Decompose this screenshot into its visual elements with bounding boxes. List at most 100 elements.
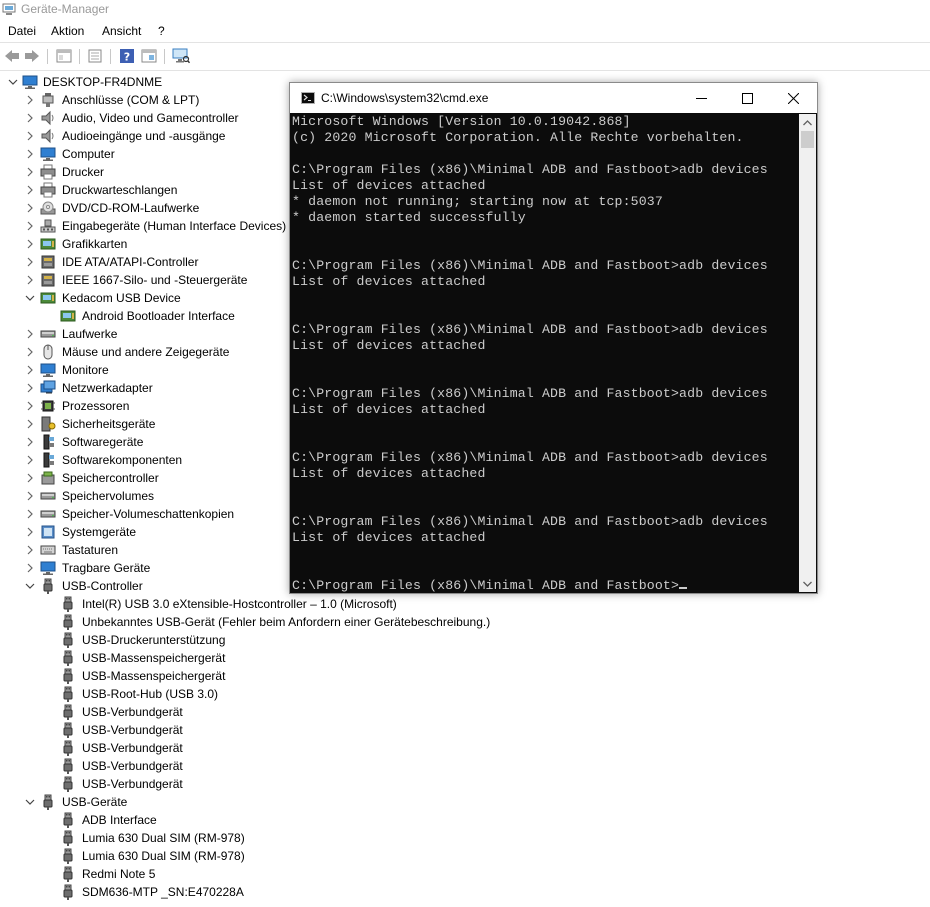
tree-device[interactable]: USB-Massenspeichergerät xyxy=(0,649,930,667)
details-icon[interactable] xyxy=(86,47,104,65)
chevron-right-icon[interactable] xyxy=(25,109,35,127)
tree-item-label: Lumia 630 Dual SIM (RM-978) xyxy=(82,831,245,845)
properties-icon[interactable] xyxy=(55,47,73,65)
controller-icon xyxy=(40,254,56,270)
maximize-button[interactable] xyxy=(724,83,770,113)
tree-device[interactable]: USB-Verbundgerät xyxy=(0,703,930,721)
chevron-right-icon[interactable] xyxy=(25,523,35,541)
usb-plug-icon xyxy=(60,632,76,648)
menu-file[interactable]: Datei xyxy=(8,24,36,38)
chevron-right-icon[interactable] xyxy=(25,343,35,361)
chevron-down-icon[interactable] xyxy=(8,73,18,91)
tree-item-label: Softwarekomponenten xyxy=(62,453,183,467)
tree-device[interactable]: Lumia 630 Dual SIM (RM-978) xyxy=(0,829,930,847)
maximize-icon xyxy=(741,92,753,104)
chevron-down-icon[interactable] xyxy=(25,577,35,595)
chevron-right-icon[interactable] xyxy=(25,235,35,253)
usb-plug-icon xyxy=(40,794,56,810)
tree-device[interactable]: USB-Verbundgerät xyxy=(0,721,930,739)
tree-item-label: USB-Massenspeichergerät xyxy=(82,669,226,683)
tree-item-label: Mäuse und andere Zeigegeräte xyxy=(62,345,230,359)
chevron-right-icon[interactable] xyxy=(25,181,35,199)
scroll-thumb[interactable] xyxy=(801,131,814,148)
tree-device[interactable]: USB-Root-Hub (USB 3.0) xyxy=(0,685,930,703)
chevron-right-icon[interactable] xyxy=(25,217,35,235)
usb-plug-icon xyxy=(60,812,76,828)
tree-device[interactable]: USB-Verbundgerät xyxy=(0,757,930,775)
close-button[interactable] xyxy=(770,83,816,113)
disc-icon xyxy=(40,200,56,216)
tree-item-label: Tragbare Geräte xyxy=(62,561,151,575)
tree-device[interactable]: Unbekanntes USB-Gerät (Fehler beim Anfor… xyxy=(0,613,930,631)
chevron-down-icon[interactable] xyxy=(25,289,35,307)
scan-hardware-icon[interactable] xyxy=(172,47,190,65)
toolbar: ? xyxy=(0,42,930,71)
tree-device[interactable]: SDM636-MTP _SN:E470228A xyxy=(0,883,930,901)
computer-icon xyxy=(22,74,38,90)
chevron-right-icon[interactable] xyxy=(25,559,35,577)
scroll-down-icon[interactable] xyxy=(799,575,816,592)
tree-item-label: Audio, Video und Gamecontroller xyxy=(62,111,239,125)
scroll-up-icon[interactable] xyxy=(799,114,816,131)
display-adapter-icon xyxy=(40,236,56,252)
tree-device[interactable]: USB-Verbundgerät xyxy=(0,775,930,793)
forward-arrow-icon[interactable] xyxy=(23,47,41,65)
tree-device[interactable]: Lumia 630 Dual SIM (RM-978) xyxy=(0,847,930,865)
tree-item-label: USB-Verbundgerät xyxy=(82,723,183,737)
minimize-button[interactable] xyxy=(678,83,724,113)
help-icon[interactable]: ? xyxy=(118,47,136,65)
menu-view[interactable]: Ansicht xyxy=(102,24,141,38)
tree-item-label: IEEE 1667-Silo- und -Steuergeräte xyxy=(62,273,248,287)
text-cursor xyxy=(679,587,688,589)
chevron-right-icon[interactable] xyxy=(25,487,35,505)
tree-device[interactable]: ADB Interface xyxy=(0,811,930,829)
chevron-right-icon[interactable] xyxy=(25,505,35,523)
speaker-icon xyxy=(40,128,56,144)
chevron-right-icon[interactable] xyxy=(25,541,35,559)
tree-device[interactable]: USB-Druckerunterstützung xyxy=(0,631,930,649)
chevron-right-icon[interactable] xyxy=(25,415,35,433)
menu-help[interactable]: ? xyxy=(158,24,165,38)
chevron-right-icon[interactable] xyxy=(25,433,35,451)
tree-device[interactable]: USB-Verbundgerät xyxy=(0,739,930,757)
chevron-right-icon[interactable] xyxy=(25,91,35,109)
vertical-scrollbar[interactable] xyxy=(799,114,816,592)
tree-item-label: Speichervolumes xyxy=(62,489,155,503)
menu-action[interactable]: Aktion xyxy=(51,24,84,38)
software-icon xyxy=(40,452,56,468)
usb-plug-icon xyxy=(60,848,76,864)
toolbar-separator xyxy=(110,49,111,64)
tree-item-label: Anschlüsse (COM & LPT) xyxy=(62,93,200,107)
chevron-down-icon[interactable] xyxy=(25,793,35,811)
chevron-right-icon[interactable] xyxy=(25,325,35,343)
chevron-right-icon[interactable] xyxy=(25,199,35,217)
usb-plug-icon xyxy=(60,776,76,792)
cmd-title-bar[interactable]: C:\Windows\system32\cmd.exe xyxy=(290,83,817,113)
chevron-right-icon[interactable] xyxy=(25,397,35,415)
chevron-right-icon[interactable] xyxy=(25,451,35,469)
chevron-right-icon[interactable] xyxy=(25,361,35,379)
chevron-right-icon[interactable] xyxy=(25,163,35,181)
chevron-right-icon[interactable] xyxy=(25,253,35,271)
drive-icon xyxy=(40,506,56,522)
chevron-right-icon[interactable] xyxy=(25,271,35,289)
tree-device[interactable]: Redmi Note 5 xyxy=(0,865,930,883)
chevron-right-icon[interactable] xyxy=(25,379,35,397)
tree-device[interactable]: Intel(R) USB 3.0 eXtensible-Hostcontroll… xyxy=(0,595,930,613)
tree-device[interactable]: USB-Massenspeichergerät xyxy=(0,667,930,685)
chevron-right-icon[interactable] xyxy=(25,469,35,487)
console-output[interactable]: Microsoft Windows [Version 10.0.19042.86… xyxy=(292,114,798,592)
tree-root[interactable]: DESKTOP-FR4DNME xyxy=(0,73,290,91)
security-icon xyxy=(40,416,56,432)
back-arrow-icon[interactable] xyxy=(3,47,21,65)
tree-item-label: Tastaturen xyxy=(62,543,119,557)
controller-icon xyxy=(40,272,56,288)
tree-item-label: Prozessoren xyxy=(62,399,130,413)
monitor-icon xyxy=(40,560,56,576)
keyboard-icon xyxy=(40,542,56,558)
chevron-right-icon[interactable] xyxy=(25,127,35,145)
tree-item-label: Intel(R) USB 3.0 eXtensible-Hostcontroll… xyxy=(82,597,397,611)
chevron-right-icon[interactable] xyxy=(25,145,35,163)
tree-category[interactable]: USB-Geräte xyxy=(0,793,930,811)
update-driver-icon[interactable] xyxy=(140,47,158,65)
